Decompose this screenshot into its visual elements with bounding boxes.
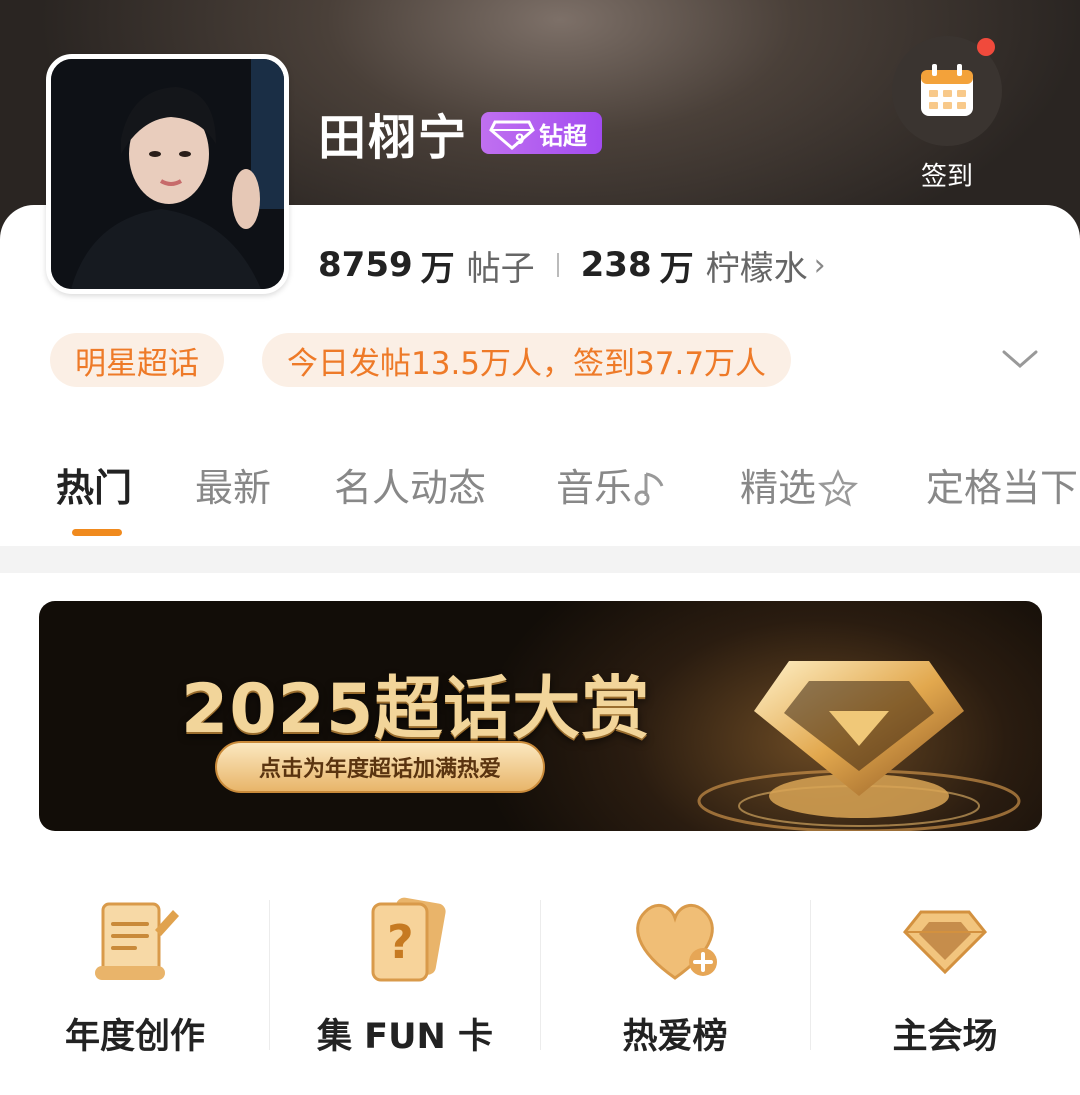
tab-label: 最新 xyxy=(195,466,272,510)
tab-label: 热门 xyxy=(56,466,133,510)
tab-label: 精选 xyxy=(740,466,817,510)
calendar-icon xyxy=(921,64,973,116)
entry-label: 主会场 xyxy=(892,1017,998,1057)
active-tab-indicator xyxy=(72,529,122,536)
tab-featured[interactable]: 精选 xyxy=(740,462,859,514)
entry-fun-card[interactable]: ? 集 FUN 卡 xyxy=(270,890,540,1060)
diamond-badge[interactable]: 9 钻超 xyxy=(481,112,602,154)
music-note-icon xyxy=(634,472,664,506)
posts-count: 8759 xyxy=(318,245,413,285)
chevron-right-icon: › xyxy=(813,247,826,283)
category-tag[interactable]: 明星超话 xyxy=(50,333,224,387)
scroll-pen-icon xyxy=(95,902,179,980)
chevron-down-icon[interactable] xyxy=(1000,344,1040,374)
stats-divider xyxy=(556,253,559,277)
star-icon xyxy=(818,468,859,507)
entry-label: 集 FUN 卡 xyxy=(317,1017,493,1057)
badge-label: 钻超 xyxy=(539,121,587,150)
banner-title: 2025超话大赏 xyxy=(181,670,651,749)
tab-label: 定格当下 xyxy=(926,466,1079,510)
notification-dot xyxy=(977,38,995,56)
diamond-icon xyxy=(902,910,988,975)
checkin-label[interactable]: 签到 xyxy=(900,156,994,193)
question-card-icon: ? xyxy=(371,897,446,982)
avatar-portrait xyxy=(51,59,284,289)
stats-row[interactable]: 8759 万 帖子 238 万 柠檬水 › xyxy=(318,240,826,290)
tab-latest[interactable]: 最新 xyxy=(195,462,271,514)
posts-label: 帖子 xyxy=(466,248,535,289)
entry-label: 热爱榜 xyxy=(622,1017,728,1057)
page-title: 田栩宁 xyxy=(318,110,469,166)
heart-plus-icon xyxy=(636,903,717,980)
gold-diamond-trophy-icon xyxy=(697,661,1021,831)
promo-banner[interactable]: 2025超话大赏 点击为年度超话加满热爱 xyxy=(39,601,1042,831)
entry-main-venue[interactable]: 主会场 xyxy=(810,890,1080,1060)
diamond-icon: 9 xyxy=(489,120,535,150)
tab-label: 名人动态 xyxy=(334,466,487,510)
fans-unit: 万 xyxy=(659,248,694,289)
fans-count: 238 xyxy=(580,245,652,285)
tab-music[interactable]: 音乐 xyxy=(556,462,668,514)
entry-love-rank[interactable]: 热爱榜 xyxy=(540,890,810,1060)
tab-celebrity[interactable]: 名人动态 xyxy=(334,462,486,514)
fans-label: 柠檬水 xyxy=(705,248,808,289)
entry-annual-creation[interactable]: 年度创作 xyxy=(0,890,270,1060)
entry-label: 年度创作 xyxy=(64,1017,205,1057)
tab-label: 音乐 xyxy=(556,466,633,510)
section-divider xyxy=(0,546,1080,573)
banner-cta-button[interactable]: 点击为年度超话加满热爱 xyxy=(215,741,545,793)
svg-text:9: 9 xyxy=(515,132,525,148)
tab-hot[interactable]: 热门 xyxy=(56,462,132,514)
activity-tag[interactable]: 今日发帖13.5万人，签到37.7万人 xyxy=(262,333,792,387)
tab-bar: 热门 最新 名人动态 音乐 精选 定格当下 xyxy=(0,462,1080,522)
tab-moments[interactable]: 定格当下 xyxy=(926,462,1078,514)
posts-unit: 万 xyxy=(420,248,455,289)
svg-text:?: ? xyxy=(387,915,414,969)
avatar[interactable] xyxy=(46,54,289,294)
